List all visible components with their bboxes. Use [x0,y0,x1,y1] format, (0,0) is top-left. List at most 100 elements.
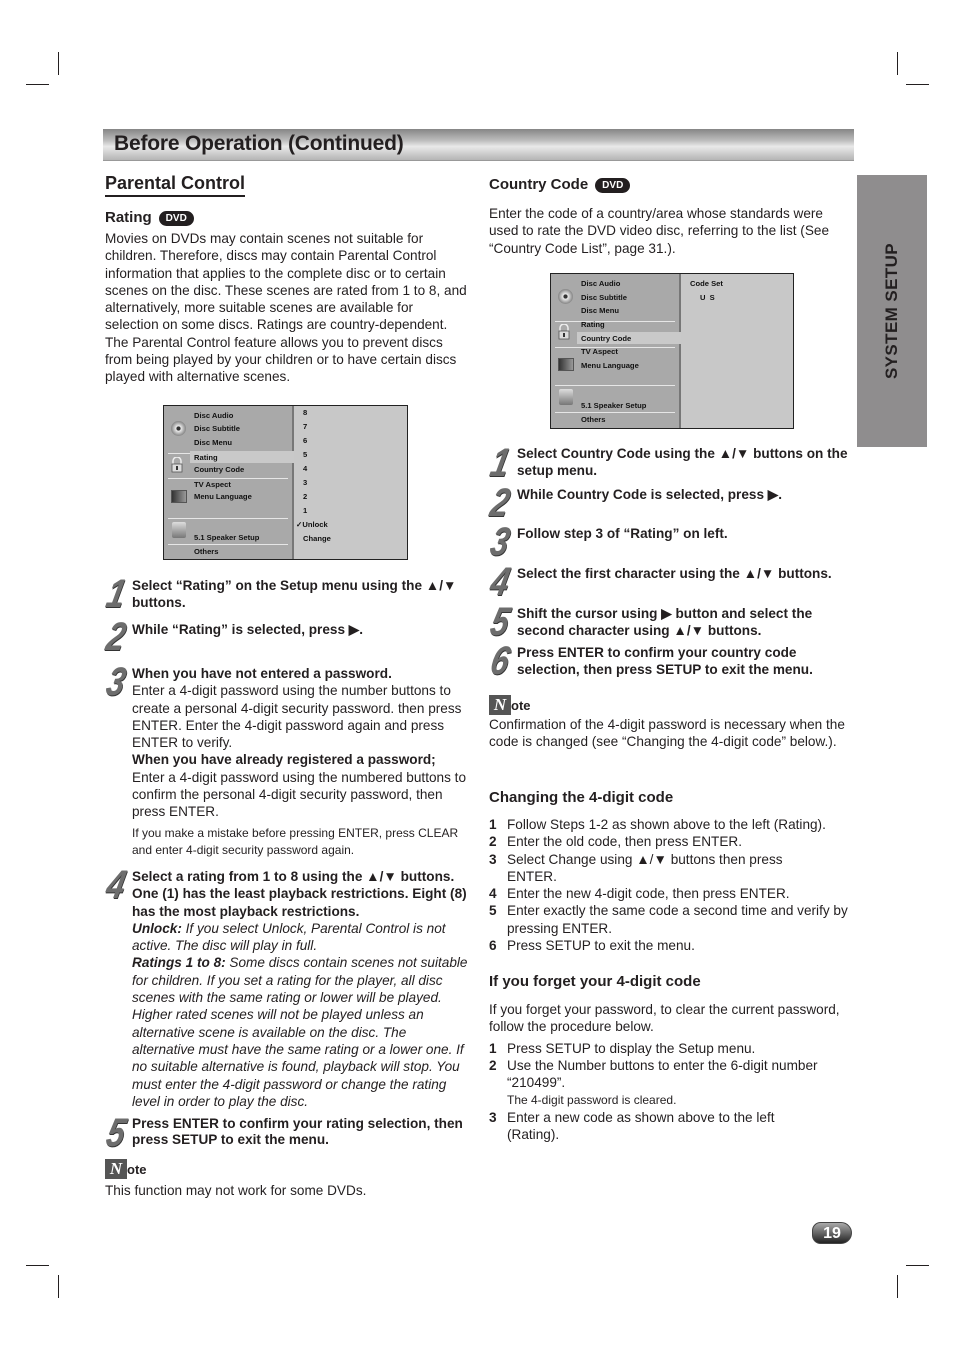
note-label: ote [127,1162,147,1177]
step-3-condition-2: When you have already registered a passw… [132,752,436,768]
step-text: Follow step 3 of “Rating” on left. [517,526,728,541]
step-text: Select the first character using the ▲/▼… [517,566,832,581]
step-number: 1 [102,572,130,616]
osd-country-code-panel: Code Set U S [681,274,793,428]
note-icon: N [105,1159,127,1179]
step-3-tip: If you make a mistake before pressing EN… [132,825,459,857]
forget-code-intro: If you forget your password, to clear th… [489,1002,840,1035]
step-number: 4 [102,863,130,907]
list-item: 6 Press SETUP to exit the menu. [489,938,695,954]
step-3-condition-1: When you have not entered a password. [132,666,392,681]
list-item: 3 Select Change using ▲/▼ buttons then pr… [489,851,783,884]
lock-icon [558,323,570,340]
rating-setup-menu-screenshot: Disc Audio Disc Subtitle Disc Menu Ratin… [163,405,408,560]
osd-rating-options: 8 7 6 5 4 3 2 1 ✓Unlock Change [294,406,407,559]
forget-code-section: If you forget your 4-digit code If you f… [489,972,851,1143]
step-4-instruction: Select a rating from 1 to 8 using the ▲/… [132,869,467,919]
lock-icon [171,456,183,473]
dvd-badge: DVD [158,210,194,226]
note-icon: N [489,695,511,715]
step-3-instructions-2: Enter a 4-digit password using the numbe… [132,769,467,820]
crop-mark [897,52,898,75]
page-title-bar: Before Operation (Continued) [103,129,854,161]
osd-item-country-code: Country Code [581,334,632,343]
list-item: 1 Follow Steps 1-2 as shown above to the … [489,817,826,832]
osd-item-disc-audio: Disc Audio [581,279,621,288]
rating-option-7: 7 [303,422,308,431]
osd-item-rating: Rating [581,320,605,329]
country-code-heading-text: Country Code [489,176,589,193]
step-number: 3 [486,520,514,564]
rating-option-6: 6 [303,436,308,445]
page-title: Before Operation (Continued) [114,132,404,155]
speaker-icon [172,522,186,538]
rating-heading: Rating DVD [105,208,467,228]
left-column: Parental Control Rating DVD Movies on DV… [105,172,467,386]
rating-option-2: 2 [303,492,308,501]
tv-icon [558,358,574,371]
country-code-heading: Country Code DVD [489,175,851,195]
osd-divider [168,518,288,519]
step-text: Press ENTER to confirm your country code… [517,645,813,678]
section-title: Parental Control [105,172,246,197]
list-item: 2 Use the Number buttons to enter the 6-… [489,1057,818,1108]
rating-intro: Movies on DVDs may contain scenes not su… [105,231,467,385]
disc-icon [558,289,573,304]
osd-item-speaker-setup: 5.1 Speaker Setup [194,533,260,542]
crop-mark [58,1275,59,1298]
code-set-label: Code Set [690,279,723,288]
list-item: 5 Enter exactly the same code a second ti… [489,903,848,936]
step-number: 2 [102,615,130,659]
list-item: 2 Enter the old code, then press ENTER. [489,834,742,850]
osd-item-speaker-setup: 5.1 Speaker Setup [581,401,647,410]
section-side-tab: SYSTEM SETUP [857,175,927,447]
step-number: 5 [486,600,514,644]
step-text: Press ENTER to confirm your rating selec… [132,1116,463,1147]
step-text: Select a rating from 1 to 8 using the ▲/… [132,868,472,1110]
rating-option-4: 4 [303,464,308,473]
unlock-label: Unlock: [132,920,182,936]
note-text: Confirmation of the 4-digit password is … [489,717,845,750]
crop-mark [26,84,49,85]
rating-option-8: 8 [303,408,308,417]
osd-item-menu-language: Menu Language [194,492,252,501]
step-text: Shift the cursor using ▶ button and sele… [517,606,813,639]
step-text: Select “Rating” on the Setup menu using … [132,578,457,611]
step-number: 1 [486,441,514,485]
step-number: 2 [486,481,514,525]
changing-code-section: Changing the 4-digit code 1 Follow Steps … [489,788,851,954]
rating-option-change: Change [303,534,331,543]
side-tab-label: SYSTEM SETUP [882,242,901,380]
step-3-instructions-1: Enter a 4-digit password using the numbe… [132,683,462,751]
country-code-setup-menu-screenshot: Disc Audio Disc Subtitle Disc Menu Ratin… [550,273,794,429]
rating-option-3: 3 [303,478,308,487]
crop-mark [906,1265,929,1266]
osd-item-tv-aspect: TV Aspect [581,347,618,356]
country-code-note: Note Confirmation of the 4-digit passwor… [489,695,851,751]
forget-code-heading: If you forget your 4-digit code [489,973,701,990]
rating-heading-text: Rating [105,209,152,226]
code-set-value: U S [700,293,716,302]
tv-icon [171,490,187,503]
rating-note: Note This function may not work for some… [105,1159,470,1199]
osd-item-menu-language: Menu Language [581,361,639,370]
forget-code-list: 1 Press SETUP to display the Setup menu. … [489,1040,851,1144]
crop-mark [906,84,929,85]
list-item: 1 Press SETUP to display the Setup menu. [489,1040,756,1056]
page-number-badge: 19 [812,1222,852,1244]
rating-option-5: 5 [303,450,308,459]
ratings-label: Ratings 1 to 8: [132,955,226,971]
osd-item-country-code: Country Code [194,465,245,474]
step-text: Select Country Code using the ▲/▼ button… [517,446,848,479]
osd-menu-list: Disc Audio Disc Subtitle Disc Menu Ratin… [164,406,307,559]
osd-item-disc-audio: Disc Audio [194,411,234,420]
osd-item-disc-subtitle: Disc Subtitle [194,424,240,433]
step-number: 3 [102,660,130,704]
changing-code-heading: Changing the 4-digit code [489,789,674,806]
osd-divider [555,412,675,413]
list-item-subnote: The 4-digit password is cleared. [507,1093,677,1108]
osd-divider [168,478,288,479]
osd-item-others: Others [194,547,219,556]
osd-item-others: Others [581,415,606,424]
osd-item-disc-subtitle: Disc Subtitle [581,293,627,302]
